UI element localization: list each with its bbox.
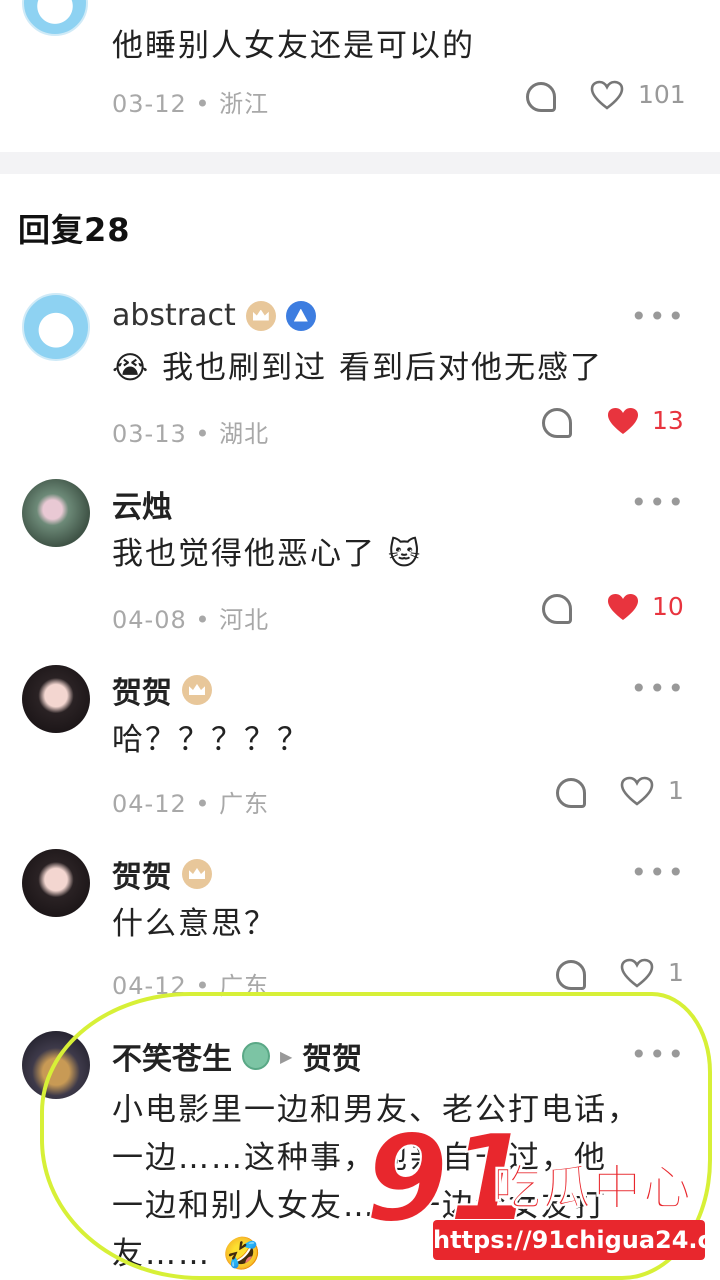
comment-item: 贺贺 什么意思？ ••• 04-12 • 广东 1 [0, 846, 720, 1006]
comment-meta: 04-08 • 河北 [112, 606, 270, 634]
level-badge-icon [285, 300, 316, 331]
username[interactable]: 贺贺 [112, 852, 212, 896]
comment-meta: 03-13 • 湖北 [112, 420, 270, 448]
crown-badge-icon [182, 859, 212, 889]
section-divider [0, 152, 720, 174]
username-text: abstract [112, 298, 236, 333]
comment-meta: 03-12 • 浙江 [112, 90, 270, 118]
more-options-icon[interactable]: ••• [630, 856, 686, 889]
heart-icon[interactable] [620, 958, 654, 988]
reply-icon[interactable] [556, 960, 586, 990]
comment-text: 😭 我也刷到过 看到后对他无感了 [112, 350, 603, 386]
comment-text: 哈？？？？？ [112, 722, 310, 758]
more-options-icon[interactable]: ••• [630, 300, 686, 333]
like-count: 13 [652, 406, 684, 435]
heart-liked-icon[interactable] [606, 592, 640, 622]
like-count: 101 [638, 80, 686, 109]
heart-icon[interactable] [590, 80, 624, 110]
comment-text: 什么意思？ [112, 906, 277, 942]
comment-text: 他睡别人女友还是可以的 [112, 28, 475, 64]
reply-icon[interactable] [526, 82, 556, 112]
like-count: 1 [668, 958, 684, 987]
like-count: 1 [668, 776, 684, 805]
comment-item: abstract 😭 我也刷到过 看到后对他无感了 ••• 03-13 • 湖北… [0, 290, 720, 450]
heart-liked-icon[interactable] [606, 406, 640, 436]
avatar[interactable] [22, 293, 90, 361]
username[interactable]: 贺贺 [112, 668, 212, 712]
username[interactable]: abstract [112, 298, 316, 333]
avatar[interactable] [22, 665, 90, 733]
username-text: 云烛 [112, 490, 172, 525]
more-options-icon[interactable]: ••• [630, 672, 686, 705]
comment-meta: 04-12 • 广东 [112, 790, 270, 818]
comment-item: 云烛 我也觉得他恶心了 🐱 ••• 04-08 • 河北 10 [0, 476, 720, 636]
heart-icon[interactable] [620, 776, 654, 806]
avatar[interactable] [22, 479, 90, 547]
reply-icon[interactable] [556, 778, 586, 808]
username[interactable]: 云烛 [112, 482, 172, 526]
reply-icon[interactable] [542, 408, 572, 438]
watermark-url: https://91chigua24.com [433, 1220, 720, 1260]
crown-badge-icon [245, 300, 276, 331]
cat-sticker-icon: 🐱 [387, 536, 423, 572]
avatar[interactable] [22, 849, 90, 917]
comment-text: 我也觉得他恶心了 🐱 [112, 536, 423, 572]
watermark-name: 吃瓜中心 [492, 1160, 694, 1217]
watermark-logo: 91 吃瓜中心 https://91chigua24.com [364, 1119, 720, 1270]
reply-icon[interactable] [542, 594, 572, 624]
username-text: 贺贺 [112, 860, 172, 895]
crying-emoji-icon: 😭 [112, 350, 151, 386]
like-count: 10 [652, 592, 684, 621]
comment-item: 贺贺 哈？？？？？ ••• 04-12 • 广东 1 [0, 662, 720, 822]
replies-header: 回复28 [18, 211, 131, 249]
parent-comment: 他睡别人女友还是可以的 03-12 • 浙江 101 [0, 0, 720, 150]
username-text: 贺贺 [112, 676, 172, 711]
more-options-icon[interactable]: ••• [630, 486, 686, 519]
avatar[interactable] [22, 0, 88, 36]
crown-badge-icon [182, 675, 212, 705]
